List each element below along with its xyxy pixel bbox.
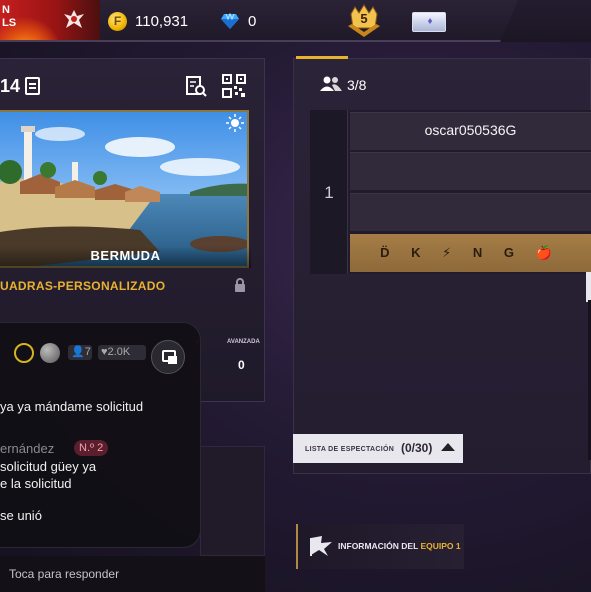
- team-number: 1: [324, 183, 334, 202]
- advanced-setting-label: AVANZADA: [227, 339, 260, 345]
- lock-icon: [233, 278, 247, 293]
- chat-members-value: 7: [84, 346, 91, 358]
- channel-ring-icon[interactable]: [14, 343, 34, 363]
- advanced-setting-value: 0: [238, 358, 245, 372]
- spectator-list-label: LISTA DE ESPECTACIÓN: [305, 446, 395, 453]
- side-scroll-handle[interactable]: [586, 272, 591, 302]
- team-slot-3[interactable]: [350, 193, 591, 231]
- expand-up-arrow-icon[interactable]: [441, 443, 455, 451]
- chat-message: se unió: [0, 508, 42, 523]
- chat-message: e la solicitud: [0, 476, 72, 491]
- game-mode-label: UADRAS-PERSONALIZADO: [0, 279, 166, 293]
- guild-emblem-icon: [62, 8, 86, 30]
- map-name: BERMUDA: [0, 246, 251, 268]
- players-icon: [320, 76, 342, 92]
- chat-likes-count: ♥2.0K: [98, 345, 146, 360]
- team-info-prefix: INFORMACIÓN DEL: [338, 541, 421, 551]
- globe-icon[interactable]: [40, 343, 60, 363]
- search-document-icon[interactable]: [185, 75, 207, 97]
- team-flag-icon: [308, 535, 334, 557]
- daytime-icon: [226, 114, 244, 132]
- chat-sender-name: ernández: [0, 441, 55, 456]
- gold-coin-balance: 110,931: [135, 13, 189, 30]
- window-inner-icon: [168, 356, 177, 364]
- chat-likes-value: 2.0K: [107, 346, 131, 358]
- team-info-label: INFORMACIÓN DEL EQUIPO 1: [338, 541, 461, 551]
- diamond-icon[interactable]: [220, 12, 240, 30]
- team-slot-4-name: D̈ K ⚡ N G 🍎: [380, 245, 561, 260]
- team-info-team-name: EQUIPO 1: [420, 541, 461, 551]
- spectator-count: (0/30): [401, 441, 433, 455]
- chat-message: solicitud güey ya: [0, 459, 97, 474]
- gold-coin-icon: F: [108, 12, 127, 31]
- rank-level: 5: [360, 11, 368, 26]
- chat-rank-badge: N.º 2: [74, 440, 109, 456]
- player-name-fragment: N LS: [2, 4, 17, 29]
- copy-document-icon[interactable]: [25, 77, 40, 95]
- lower-left-panel: [200, 446, 265, 556]
- players-count: 3/8: [347, 77, 367, 93]
- team-slot-1-name: oscar050536G: [424, 122, 517, 138]
- chat-message: ya ya mándame solicitud: [0, 399, 144, 414]
- room-id: 14: [0, 76, 21, 96]
- team-slot-2[interactable]: [350, 152, 591, 190]
- team-panel-accent: [296, 56, 348, 59]
- map-preview-image[interactable]: [0, 110, 249, 268]
- diamond-balance: 0: [248, 13, 257, 30]
- chat-minimize-button[interactable]: [151, 340, 185, 374]
- person-icon: 👤: [71, 346, 85, 358]
- chat-members-count: 👤7: [68, 345, 92, 360]
- gem-icon: ♦: [427, 16, 433, 27]
- membership-card-icon[interactable]: ♦: [412, 12, 446, 32]
- qr-code-icon[interactable]: [222, 74, 246, 98]
- chat-reply-placeholder[interactable]: Toca para responder: [9, 567, 119, 581]
